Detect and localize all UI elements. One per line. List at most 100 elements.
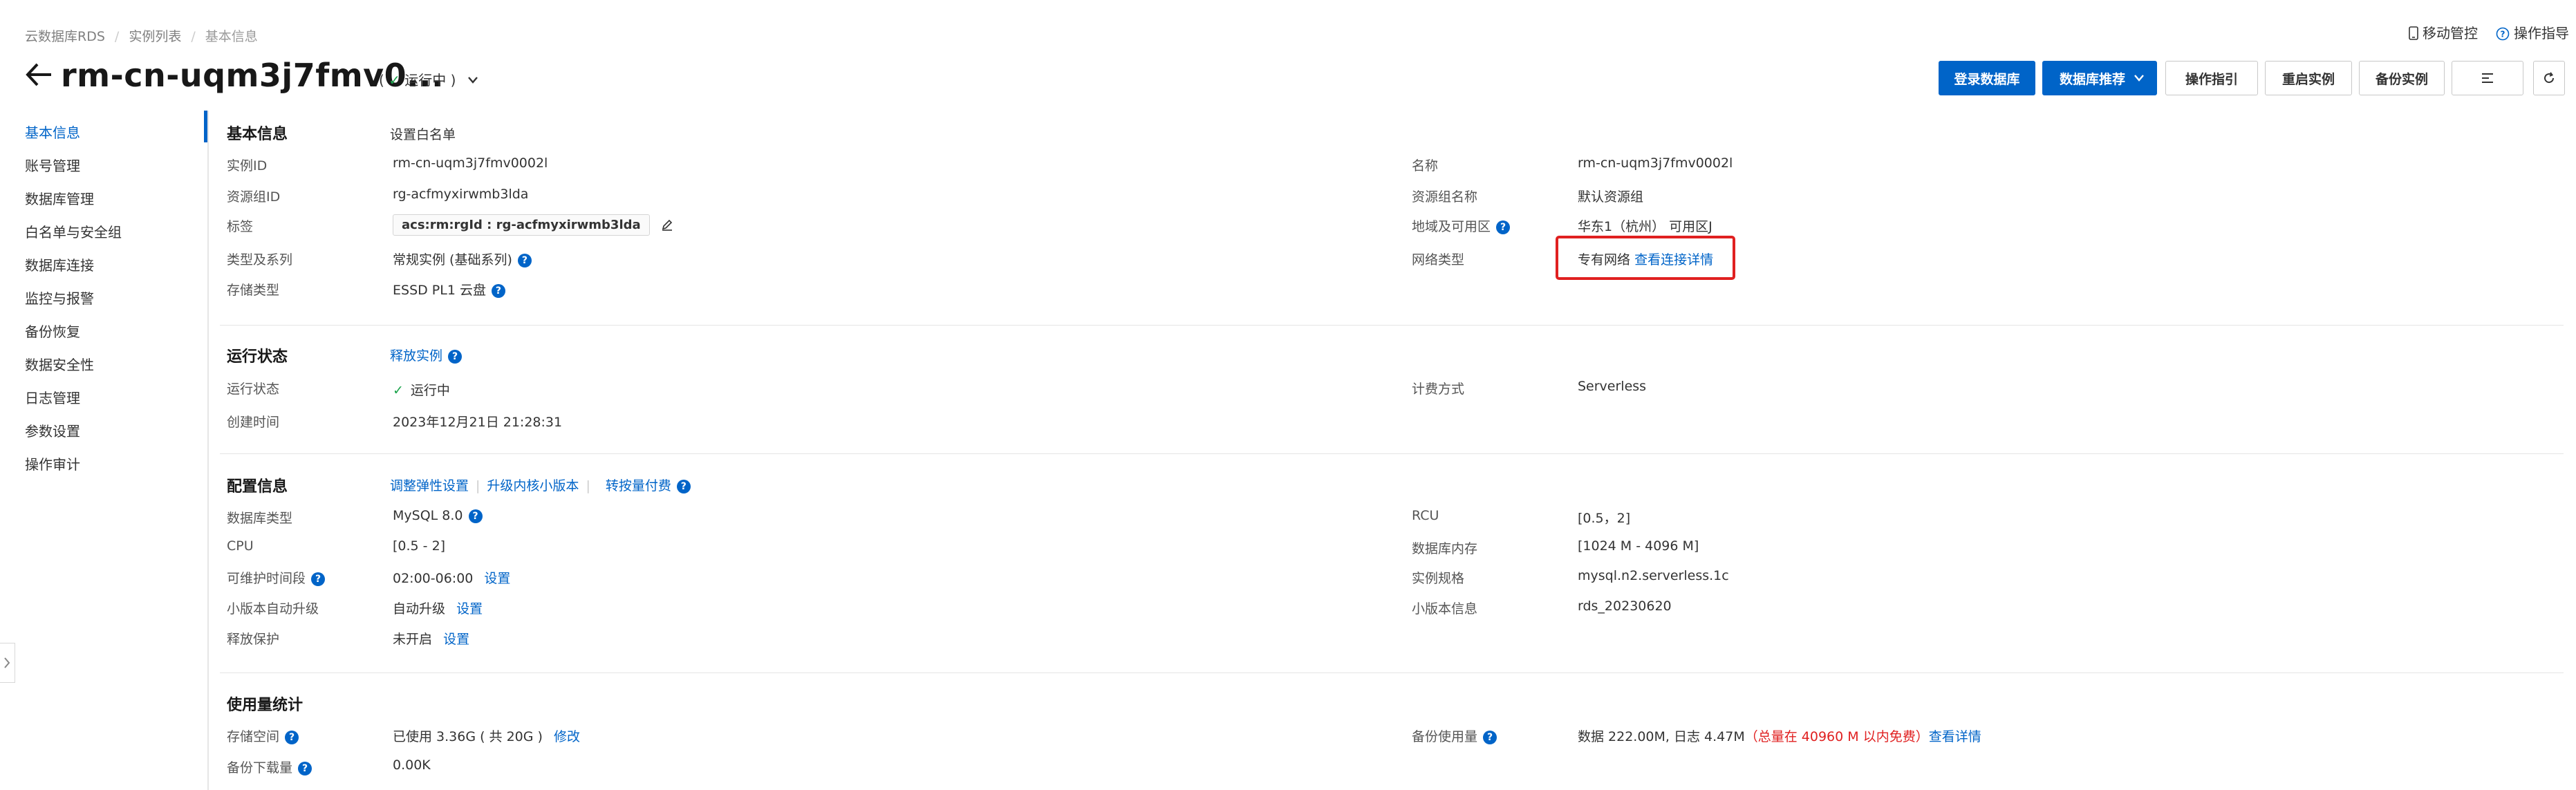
nav-item-monitoring[interactable]: 监控与报警: [25, 288, 94, 308]
run-status-value: ✓ 运行中: [393, 383, 450, 398]
resource-group-name-label: 资源组名称: [1412, 189, 1478, 205]
created-time-label: 创建时间: [227, 415, 280, 430]
breadcrumb-rds[interactable]: 云数据库RDS: [25, 29, 105, 44]
instance-id-value: rm-cn-uqm3j7fmv0002l: [393, 156, 548, 171]
nav-item-whitelist[interactable]: 白名单与安全组: [25, 221, 122, 241]
backup-free-note: （总量在 40960 M 以内免费）: [1744, 729, 1929, 744]
resource-group-id-value: rg-acfmyxirwmb3lda: [393, 187, 529, 202]
storage-space-value: 已使用 3.36G ( 共 20G ) 修改: [393, 729, 581, 744]
nav-item-parameters[interactable]: 参数设置: [25, 420, 80, 440]
nav-item-basic-info[interactable]: 基本信息: [25, 122, 80, 142]
view-backup-details-link[interactable]: 查看详情: [1929, 729, 1981, 744]
network-type-label: 网络类型: [1412, 252, 1465, 267]
backup-instance-button[interactable]: 备份实例: [2359, 61, 2445, 95]
back-arrow-icon[interactable]: [25, 61, 54, 88]
breadcrumb: 云数据库RDS / 实例列表 / 基本信息: [25, 29, 258, 44]
check-icon: ✓: [393, 383, 404, 398]
side-navigation: [0, 111, 209, 790]
nav-item-audit[interactable]: 操作审计: [25, 453, 80, 473]
help-icon[interactable]: ?: [491, 283, 505, 298]
help-icon[interactable]: ?: [285, 730, 299, 744]
list-icon: [2482, 73, 2493, 83]
usage-title: 使用量统计: [227, 697, 304, 714]
instance-id-label: 实例ID: [227, 158, 268, 173]
help-icon[interactable]: ?: [1483, 730, 1497, 744]
help-icon[interactable]: ?: [517, 253, 532, 267]
tag-label: 标签: [227, 219, 254, 234]
tag-row: acs:rm:rgId : rg-acfmyxirwmb3lda: [393, 214, 674, 236]
db-memory-value: [1024 M - 4096 M]: [1578, 538, 1699, 554]
breadcrumb-instances[interactable]: 实例列表: [129, 29, 181, 44]
maintenance-set-link[interactable]: 设置: [484, 571, 510, 586]
help-icon[interactable]: ?: [468, 509, 483, 523]
rcu-label: RCU: [1412, 508, 1439, 523]
backup-download-label: 备份下载量?: [227, 758, 312, 776]
release-instance-action: 释放实例?: [390, 346, 463, 364]
switch-pay-as-you-go-link[interactable]: 转按量付费: [606, 478, 671, 493]
billing-value: Serverless: [1578, 379, 1647, 394]
billing-label: 计费方式: [1412, 382, 1465, 397]
maintenance-window-value: 02:00-06:00 设置: [393, 571, 511, 586]
login-database-button[interactable]: 登录数据库: [1939, 61, 2035, 95]
nav-item-backup[interactable]: 备份恢复: [25, 321, 80, 341]
instance-spec-value: mysql.n2.serverless.1c: [1578, 568, 1729, 583]
help-icon[interactable]: ?: [298, 761, 312, 775]
created-time-value: 2023年12月21日 21:28:31: [393, 415, 563, 430]
status-text: 运行中: [404, 72, 447, 88]
database-recommend-button[interactable]: 数据库推荐: [2042, 61, 2157, 95]
nav-item-connection[interactable]: 数据库连接: [25, 254, 94, 274]
type-series-value: 常规实例 (基础系列)?: [393, 250, 532, 268]
name-label: 名称: [1412, 158, 1439, 173]
section-divider: [220, 325, 2564, 326]
modify-storage-link[interactable]: 修改: [554, 729, 580, 744]
set-whitelist-link[interactable]: 设置白名单: [390, 124, 456, 143]
help-icon[interactable]: ?: [311, 572, 326, 586]
help-icon[interactable]: ?: [448, 349, 463, 364]
refresh-button[interactable]: [2533, 61, 2565, 95]
storage-type-label: 存储类型: [227, 283, 280, 298]
nav-item-databases[interactable]: 数据库管理: [25, 188, 94, 208]
section-divider: [220, 453, 2564, 454]
minor-upgrade-set-link[interactable]: 设置: [456, 601, 483, 617]
config-title: 配置信息: [227, 478, 288, 496]
storage-type-value: ESSD PL1 云盘?: [393, 280, 505, 299]
check-icon: ✓: [389, 72, 400, 88]
adjust-elastic-link[interactable]: 调整弹性设置: [390, 478, 469, 493]
sidebar-expand-handle[interactable]: [0, 643, 15, 683]
minor-version-label: 小版本信息: [1412, 601, 1478, 617]
running-status-title: 运行状态: [227, 348, 288, 366]
mobile-control-link[interactable]: 移动管控: [2409, 22, 2478, 42]
release-protection-value: 未开启 设置: [393, 632, 470, 647]
nav-item-accounts[interactable]: 账号管理: [25, 155, 80, 175]
help-icon[interactable]: ?: [1496, 220, 1511, 234]
operation-guide-button[interactable]: 操作指引: [2165, 61, 2258, 95]
restart-instance-button[interactable]: 重启实例: [2265, 61, 2352, 95]
backup-download-value: 0.00K: [393, 758, 431, 773]
resource-group-id-label: 资源组ID: [227, 189, 281, 205]
nav-item-security[interactable]: 数据安全性: [25, 354, 94, 374]
name-value: rm-cn-uqm3j7fmv0002l: [1578, 156, 1733, 171]
tag-chip: acs:rm:rgId : rg-acfmyxirwmb3lda: [393, 214, 650, 236]
backup-usage-value: 数据 222.00M, 日志 4.47M（总量在 40960 M 以内免费）查看…: [1578, 729, 1981, 744]
chevron-right-icon: [4, 657, 10, 668]
edit-icon[interactable]: [660, 218, 674, 232]
db-type-value: MySQL 8.0?: [393, 508, 483, 523]
instance-spec-label: 实例规格: [1412, 571, 1465, 586]
instance-status-dropdown[interactable]: ( ✓ 运行中 ): [379, 69, 478, 89]
db-type-label: 数据库类型: [227, 511, 293, 526]
resource-group-name-value: 默认资源组: [1578, 189, 1644, 205]
region-label: 地域及可用区?: [1412, 216, 1511, 235]
region-value: 华东1（杭州） 可用区J: [1578, 219, 1712, 234]
help-icon[interactable]: ?: [676, 479, 691, 493]
upgrade-minor-version-link[interactable]: 升级内核小版本: [487, 478, 579, 493]
release-protection-label: 释放保护: [227, 632, 280, 647]
layout-toggle-button[interactable]: [2452, 61, 2523, 95]
refresh-icon: [2544, 72, 2555, 84]
release-instance-link[interactable]: 释放实例: [390, 348, 442, 364]
operation-guide-link[interactable]: ? 操作指导: [2496, 22, 2569, 42]
breadcrumb-current: 基本信息: [205, 29, 258, 44]
nav-item-logs[interactable]: 日志管理: [25, 387, 80, 407]
release-protection-set-link[interactable]: 设置: [443, 632, 469, 647]
minor-auto-upgrade-value: 自动升级 设置: [393, 601, 483, 617]
mobile-icon: [2409, 26, 2418, 40]
